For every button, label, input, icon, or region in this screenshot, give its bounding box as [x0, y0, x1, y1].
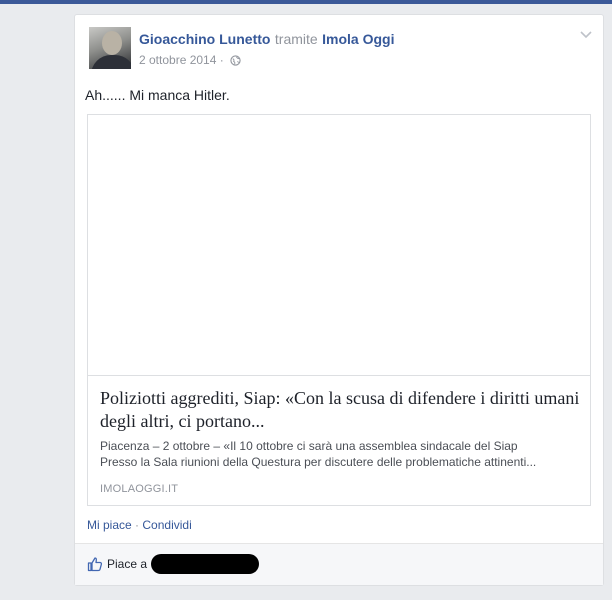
- likes-label: Piace a: [107, 557, 148, 571]
- action-separator: ·: [135, 518, 140, 532]
- chevron-down-icon[interactable]: [579, 27, 593, 41]
- avatar-shoulder: [91, 55, 131, 69]
- link-description-line: Piacenza – 2 ottobre – «Il 10 ottobre ci…: [100, 439, 518, 453]
- link-preview-description: Piacenza – 2 ottobre – «Il 10 ottobre ci…: [100, 438, 582, 470]
- likes-bar: Piace a: [75, 543, 603, 585]
- source-page-link[interactable]: Imola Oggi: [322, 31, 394, 47]
- post-date[interactable]: 2 ottobre 2014: [139, 53, 216, 67]
- thumbs-up-icon: [87, 557, 103, 572]
- post-meta: 2 ottobre 2014 ·: [139, 53, 241, 67]
- link-preview-title[interactable]: Poliziotti aggrediti, Siap: «Con la scus…: [100, 387, 580, 433]
- link-preview[interactable]: Poliziotti aggrediti, Siap: «Con la scus…: [87, 114, 591, 506]
- post-actions: Mi piace · Condividi: [87, 518, 192, 532]
- redacted-name: [151, 554, 260, 574]
- post-text: Ah...... Mi manca Hitler.: [85, 87, 230, 103]
- globe-icon: [230, 55, 241, 66]
- date-separator: ·: [219, 53, 224, 67]
- avatar[interactable]: [89, 27, 131, 69]
- link-preview-image[interactable]: [88, 115, 590, 376]
- link-preview-domain: IMOLAOGGI.IT: [100, 483, 179, 495]
- post-card: Gioacchino Lunetto tramite Imola Oggi 2 …: [74, 14, 604, 586]
- top-bar: [0, 0, 612, 4]
- avatar-head: [102, 31, 122, 55]
- post-header: Gioacchino Lunetto tramite Imola Oggi: [139, 31, 395, 49]
- link-description-line: Presso la Sala riunioni della Questura p…: [100, 455, 537, 469]
- share-button[interactable]: Condividi: [142, 518, 191, 532]
- like-button[interactable]: Mi piace: [87, 518, 132, 532]
- via-label: tramite: [274, 31, 318, 47]
- likes-row: Piace a: [87, 554, 260, 574]
- author-name[interactable]: Gioacchino Lunetto: [139, 31, 270, 47]
